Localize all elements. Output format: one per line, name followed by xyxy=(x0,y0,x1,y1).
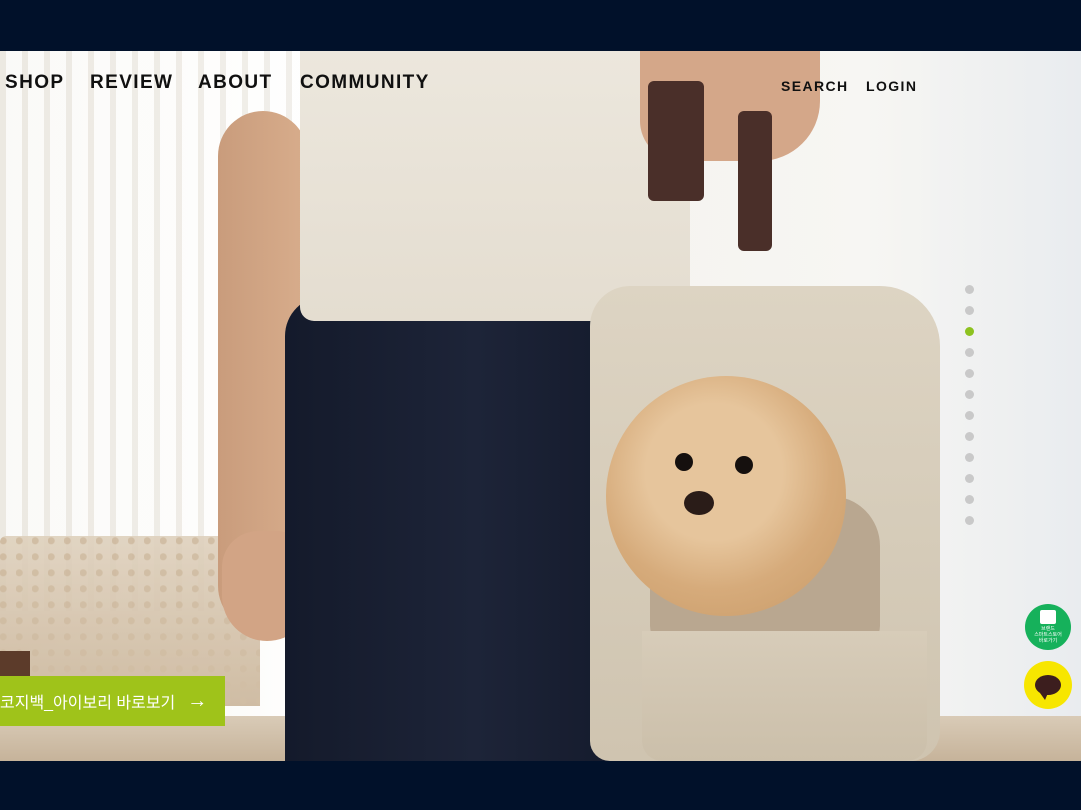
slider-pagination xyxy=(965,285,977,537)
slider-dot[interactable] xyxy=(965,474,974,483)
login-link[interactable]: LOGIN xyxy=(866,78,917,94)
slider-dot[interactable] xyxy=(965,495,974,504)
dog xyxy=(606,376,846,616)
search-link[interactable]: SEARCH xyxy=(781,78,849,94)
slider-dot[interactable] xyxy=(965,348,974,357)
store-label-3: 바로가기 xyxy=(1038,638,1058,644)
kakao-chat-button[interactable] xyxy=(1024,661,1072,709)
top-band xyxy=(0,0,1081,51)
smartstore-button[interactable]: 브랜드 스마트스토어 바로가기 xyxy=(1025,604,1071,650)
arrow-right-icon: → xyxy=(187,689,208,712)
bottom-band xyxy=(0,761,1081,810)
cta-label: 코지백_아이보리 바로보기 xyxy=(0,695,176,712)
nav-review[interactable]: REVIEW xyxy=(90,72,173,94)
slider-dot[interactable] xyxy=(965,306,974,315)
main-navigation: SHOP REVIEW ABOUT COMMUNITY SEARCH LOGIN xyxy=(0,51,1081,117)
slider-dot[interactable] xyxy=(965,390,974,399)
dog-nose xyxy=(684,491,714,515)
slider-dot[interactable] xyxy=(965,432,974,441)
chat-bubble-icon xyxy=(1035,675,1061,700)
slider-dot[interactable] xyxy=(965,369,974,378)
store-icon xyxy=(1040,610,1056,624)
slider-dot[interactable] xyxy=(965,285,974,294)
slider-dot[interactable] xyxy=(965,411,974,420)
slider-dot[interactable] xyxy=(965,453,974,462)
slider-dot[interactable] xyxy=(965,327,974,336)
view-product-button[interactable]: 코지백_아이보리 바로보기 → xyxy=(0,676,225,726)
bag-pocket xyxy=(642,631,927,761)
bag-strap xyxy=(738,111,772,251)
dog-eye xyxy=(675,453,693,471)
nav-community[interactable]: COMMUNITY xyxy=(300,72,430,94)
nav-shop[interactable]: SHOP xyxy=(5,72,64,94)
nav-about[interactable]: ABOUT xyxy=(198,72,273,94)
dog-eye xyxy=(735,456,753,474)
hero-banner-image xyxy=(0,51,1081,761)
slider-dot[interactable] xyxy=(965,516,974,525)
